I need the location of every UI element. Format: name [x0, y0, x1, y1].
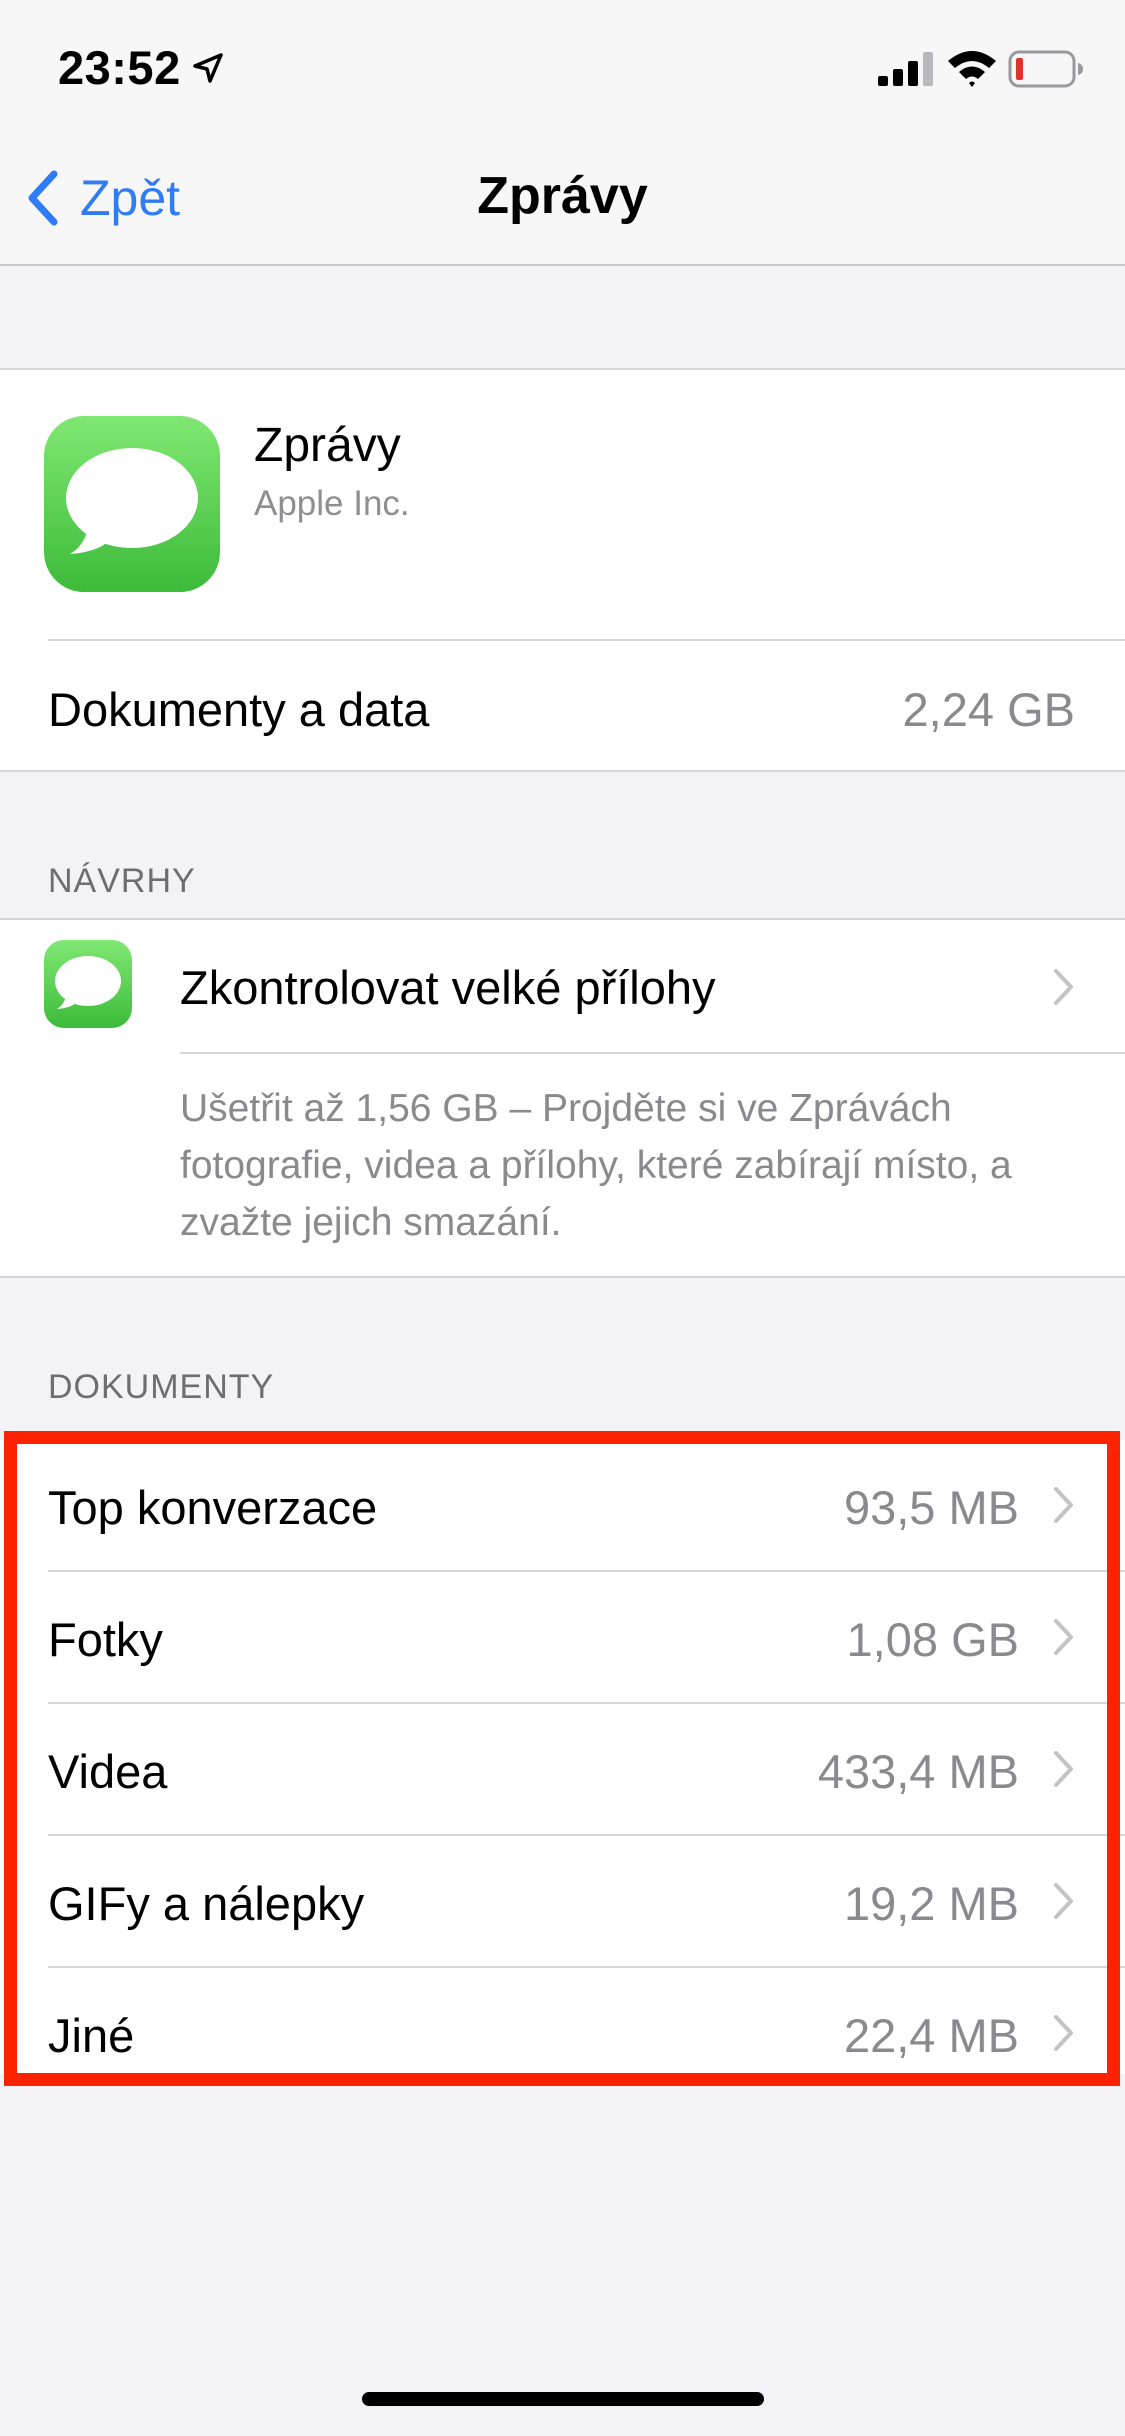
chevron-right-icon: [1054, 969, 1073, 1005]
documents-group: Top konverzace 93,5 MB Fotky 1,08 GB Vid…: [0, 1440, 1125, 2074]
documents-section-header: DOKUMENTY: [48, 1368, 275, 1406]
document-row-size: 433,4 MB: [817, 1745, 1019, 1798]
document-row-size: 19,2 MB: [843, 1877, 1019, 1930]
app-info-group: Zprávy Apple Inc. Dokumenty a data 2,24 …: [0, 368, 1125, 772]
messages-app-icon: [44, 940, 132, 1028]
suggestion-description: Ušetřit až 1,56 GB – Projděte si ve Zprá…: [180, 1087, 1012, 1244]
divider: [48, 639, 1125, 641]
messages-app-icon: [44, 416, 220, 592]
chevron-right-icon: [1054, 2015, 1073, 2051]
navigation-bar: Zpět Zprávy: [0, 132, 1125, 266]
review-large-attachments-row[interactable]: Zkontrolovat velké přílohy: [0, 920, 1125, 1054]
document-row-videos[interactable]: Videa 433,4 MB: [0, 1704, 1125, 1836]
document-row-label: Top konverzace: [48, 1481, 378, 1534]
wifi-icon: [948, 51, 996, 87]
suggestions-section-header: NÁVRHY: [48, 862, 196, 900]
divider: [180, 1052, 1125, 1054]
document-row-gifs-stickers[interactable]: GIFy a nálepky 19,2 MB: [0, 1836, 1125, 1968]
documents-data-value: 2,24 GB: [902, 683, 1075, 736]
suggestions-group: Zkontrolovat velké přílohy Ušetřit až 1,…: [0, 918, 1125, 1278]
battery-low-icon: [1008, 50, 1083, 88]
chevron-right-icon: [1054, 1619, 1073, 1655]
document-row-photos[interactable]: Fotky 1,08 GB: [0, 1572, 1125, 1704]
document-row-top-conversations[interactable]: Top konverzace 93,5 MB: [0, 1440, 1125, 1572]
documents-data-label: Dokumenty a data: [48, 683, 430, 736]
location-arrow-icon: [193, 53, 223, 83]
cellular-signal-icon: [878, 52, 933, 86]
home-indicator: [362, 2392, 764, 2406]
status-bar: 23:52: [0, 0, 1125, 132]
document-row-size: 22,4 MB: [843, 2009, 1019, 2062]
chevron-right-icon: [1054, 1751, 1073, 1787]
review-large-attachments-label: Zkontrolovat velké přílohy: [180, 961, 716, 1014]
document-row-label: Fotky: [48, 1613, 163, 1666]
document-row-label: Jiné: [48, 2009, 135, 2062]
document-row-label: GIFy a nálepky: [48, 1877, 365, 1930]
chevron-right-icon: [1054, 1487, 1073, 1523]
page-title: Zprávy: [477, 167, 648, 225]
document-row-label: Videa: [48, 1745, 168, 1798]
app-vendor: Apple Inc.: [254, 484, 410, 523]
document-row-size: 93,5 MB: [843, 1481, 1019, 1534]
chevron-right-icon: [1054, 1883, 1073, 1919]
document-row-size: 1,08 GB: [846, 1613, 1019, 1666]
app-name: Zprávy: [254, 419, 401, 472]
document-row-other[interactable]: Jiné 22,4 MB: [0, 1968, 1125, 2100]
status-time: 23:52: [58, 41, 181, 94]
